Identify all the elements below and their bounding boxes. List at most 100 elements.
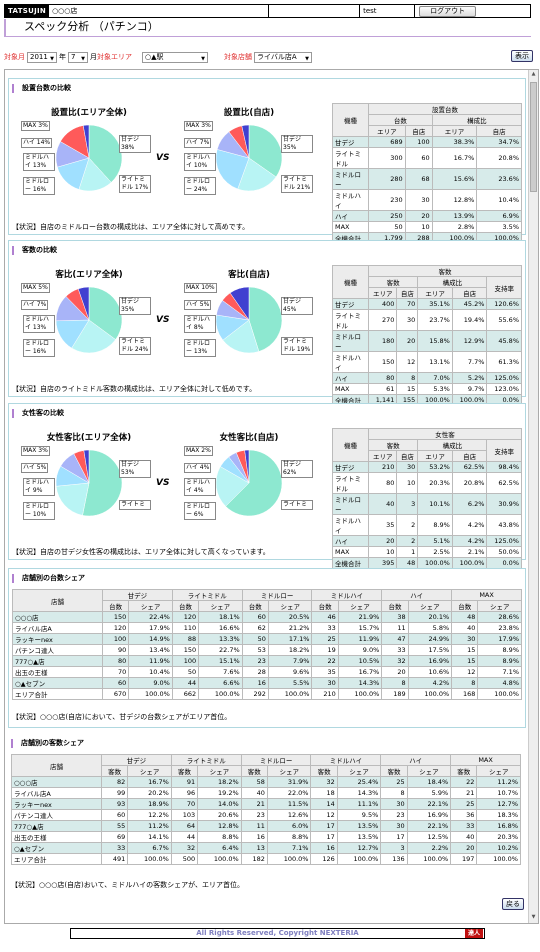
- table-cell: ライバル店A: [12, 622, 103, 634]
- store-name: ○○○店: [49, 5, 270, 17]
- table-cell: 17.9%: [128, 622, 173, 634]
- table-cell: 10.1%: [417, 493, 453, 515]
- table-cell: 15.6%: [431, 168, 478, 190]
- section-title: 店舗別の台数シェア: [12, 574, 85, 583]
- table-cell: エリア合計: [11, 853, 102, 865]
- table-cell: 16: [240, 831, 268, 843]
- table-cell: 23: [241, 655, 269, 667]
- table-cell: 777○▲店: [11, 820, 102, 832]
- content-scroll-area[interactable]: ▲ ▼ 設置台数の比較 設置比(エリア全体) 設置比(自店) VS MAX 3% ハイ 1…: [4, 69, 539, 924]
- status-text: 【状況】○○○店(自店)おいて、ミドルハイの客数シェアが、エリア首位。: [11, 881, 244, 889]
- table-cell: 6.9%: [476, 210, 522, 222]
- table-cell: 8.9%: [477, 644, 522, 656]
- table-cell: 出玉の王様: [11, 831, 102, 843]
- pie-label: ライトミドル 21%: [281, 175, 313, 193]
- header-sub: 客数: [367, 439, 419, 451]
- table-cell: 38: [381, 611, 409, 623]
- table-cell: 250: [368, 210, 406, 222]
- table-cell: 100.0%: [266, 853, 312, 865]
- table-cell: 96: [170, 787, 199, 799]
- logout-button[interactable]: ログアウト: [419, 5, 477, 17]
- year-select[interactable]: 2011: [27, 51, 57, 64]
- table-cell: ○○○店: [11, 776, 102, 788]
- table-cell: 48: [396, 557, 419, 569]
- table-cell: 100.0%: [476, 853, 521, 865]
- table-cell: 7.6%: [198, 666, 243, 678]
- table-cell: 22.1%: [406, 820, 452, 832]
- section-title: 客数の比較: [12, 246, 57, 255]
- table-row: ミドルロー 180 20 15.8% 12.9% 45.8%: [332, 330, 522, 352]
- table-cell: 30: [396, 461, 419, 473]
- table-cell: 4.2%: [407, 677, 453, 689]
- header-group: 設置台数: [368, 103, 522, 115]
- left-pie-chart: [55, 124, 123, 192]
- table-cell: 5.8%: [407, 622, 453, 634]
- app-logo: TATSUJIN: [5, 5, 50, 17]
- table-cell: 18.1%: [198, 611, 243, 623]
- table-cell: MAX: [332, 221, 369, 233]
- back-button[interactable]: 戻る: [502, 898, 524, 910]
- scroll-up-icon[interactable]: ▲: [530, 71, 537, 79]
- rival-store-select[interactable]: ライバル店A: [254, 51, 312, 64]
- table-cell: 2: [396, 514, 419, 536]
- table-cell: 62: [241, 622, 269, 634]
- header-col: 台数: [311, 600, 339, 612]
- table-cell: 82: [100, 776, 129, 788]
- area-select[interactable]: ○▲駅: [142, 51, 208, 64]
- table-cell: 43.8%: [486, 514, 522, 536]
- table-cell: 17: [310, 831, 338, 843]
- pie-label: ハイ 5%: [184, 300, 212, 310]
- header-col: エリア: [367, 287, 398, 299]
- table-cell: 662: [171, 688, 200, 700]
- table-cell: 10.4%: [128, 666, 173, 678]
- table-cell: 5.3%: [417, 383, 453, 395]
- table-cell: 21.9%: [337, 611, 383, 623]
- show-button[interactable]: 表示: [511, 50, 533, 62]
- scrollbar[interactable]: ▲ ▼: [528, 70, 538, 923]
- tatsujin-button[interactable]: 達人: [464, 929, 483, 938]
- header-col: シェア: [197, 765, 242, 777]
- table-cell: 400: [367, 298, 398, 310]
- table-cell: エリア合計: [12, 688, 103, 700]
- scroll-down-icon[interactable]: ▼: [530, 914, 537, 922]
- table-cell: 60: [101, 677, 130, 689]
- table-cell: 16.7%: [127, 776, 172, 788]
- footer: All Rights Reserved, Copyright NEXTERIA …: [70, 928, 485, 939]
- table-row: ハイ 250 20 13.9% 6.9%: [332, 210, 522, 222]
- table-cell: 33: [381, 644, 409, 656]
- table-cell: ライトミドル: [332, 472, 369, 494]
- pie-label: ライトミドル 19%: [281, 337, 313, 355]
- table-cell: 10.4%: [476, 189, 522, 211]
- table-cell: 17.5%: [407, 644, 453, 656]
- pie-label: ライトミドル 24%: [119, 337, 151, 355]
- table-cell: 126: [310, 853, 338, 865]
- table-cell: 10: [404, 221, 433, 233]
- header-col: 自店: [404, 125, 433, 137]
- table-cell: 210: [367, 461, 398, 473]
- header-col: 自店: [396, 287, 419, 299]
- right-pie-chart: [215, 449, 283, 517]
- table-cell: 7.7%: [451, 351, 488, 373]
- table-row: MAX 61 15 5.3% 9.7% 123.0%: [332, 383, 522, 395]
- table-row: パチンコ達人 60 12.2% 103 20.6% 23 12.6% 12 9.5% 23 16.9…: [11, 809, 521, 821]
- table-cell: 12.5%: [406, 831, 452, 843]
- month-select[interactable]: 7: [68, 51, 88, 64]
- year-unit: 年: [59, 53, 66, 61]
- table-cell: 22: [450, 776, 478, 788]
- table-cell: ミドルハイ: [332, 189, 369, 211]
- table-cell: 40: [240, 787, 268, 799]
- table-cell: 120: [101, 622, 130, 634]
- table-cell: 甘デジ: [332, 461, 369, 473]
- table-cell: 60: [241, 611, 269, 623]
- table-cell: 32: [310, 776, 338, 788]
- table-row: 出玉の王様 69 14.1% 44 8.8% 16 8.8% 17 13.5% 17 12.5% 40…: [11, 831, 521, 843]
- table-cell: 12: [310, 809, 338, 821]
- scrollbar-thumb[interactable]: [530, 82, 537, 192]
- table-cell: 45.8%: [486, 330, 522, 352]
- table-cell: ○▲セブン: [12, 677, 103, 689]
- table-cell: 61.3%: [486, 351, 522, 373]
- header-sub: 構成比: [417, 276, 488, 288]
- header-col: 客数: [310, 765, 338, 777]
- header-sub: 支持率: [486, 439, 522, 462]
- table-cell: 4.2%: [451, 535, 488, 547]
